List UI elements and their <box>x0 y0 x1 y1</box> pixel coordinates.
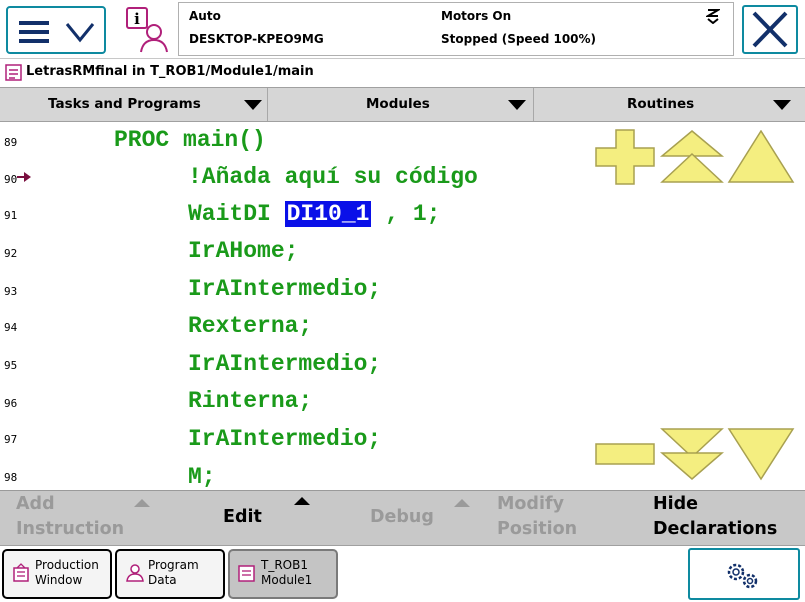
line-number: 91 <box>4 209 18 222</box>
scroll-up-button[interactable] <box>726 130 796 184</box>
svg-text:i: i <box>134 10 140 28</box>
program-data-label-2: Data <box>148 573 177 587</box>
line-number: 96 <box>4 397 18 410</box>
operating-mode: Auto <box>189 9 221 23</box>
code-line[interactable]: Rinterna; <box>188 388 312 414</box>
page-title: LetrasRMfinal in T_ROB1/Module1/main <box>26 64 314 79</box>
chevron-down-icon <box>508 100 526 110</box>
abb-menu-button[interactable] <box>6 6 106 54</box>
program-editor-icon <box>238 565 255 582</box>
program-data-label-1: Program <box>148 558 199 572</box>
quickset-button[interactable] <box>688 548 800 600</box>
close-icon <box>752 11 788 48</box>
menu-icon <box>19 21 49 43</box>
hide-label-2: Declarations <box>653 519 778 539</box>
gears-icon <box>727 563 758 589</box>
program-title-row: LetrasRMfinal in T_ROB1/Module1/main <box>0 60 805 86</box>
line-number: 97 <box>4 433 18 446</box>
program-editor-task[interactable]: T_ROB1 Module1 <box>228 549 338 599</box>
line-number: 93 <box>4 285 18 298</box>
routines-dropdown-label: Routines <box>627 96 695 112</box>
top-status-bar: i Auto DESKTOP-KPEO9MG Motors On Stopped… <box>0 0 805 59</box>
scroll-down-button[interactable] <box>726 427 796 481</box>
code-line[interactable]: IrAIntermedio; <box>188 426 381 452</box>
modules-dropdown-label: Modules <box>366 96 430 112</box>
hide-label-1: Hide <box>653 494 699 514</box>
controller-name: DESKTOP-KPEO9MG <box>189 32 324 46</box>
chevron-down-icon <box>773 100 791 110</box>
tasks-and-programs-dropdown[interactable]: Tasks and Programs <box>0 88 268 121</box>
motors-state: Motors On <box>441 9 512 23</box>
page-down-button[interactable] <box>659 427 725 481</box>
program-data-icon <box>126 564 144 582</box>
code-line[interactable]: IrAIntermedio; <box>188 276 381 302</box>
tasks-dropdown-label: Tasks and Programs <box>48 96 201 112</box>
speed-icon <box>706 9 720 24</box>
zoom-out-button[interactable] <box>594 442 656 468</box>
code-line[interactable]: PROC main() <box>114 127 266 153</box>
close-button[interactable] <box>742 5 798 54</box>
program-editor-label-1: T_ROB1 <box>261 558 308 572</box>
line-number: 98 <box>4 471 18 484</box>
line-number: 94 <box>4 321 18 334</box>
edit-label: Edit <box>223 507 262 527</box>
program-state: Stopped (Speed 100%) <box>441 32 597 46</box>
selector-bar: Tasks and Programs Modules Routines <box>0 87 805 122</box>
program-pointer-icon <box>17 172 31 182</box>
modify-label-2: Position <box>497 519 578 539</box>
code-line[interactable]: WaitDI DI10_1 , 1; <box>188 201 440 227</box>
debug-button[interactable]: Debug <box>320 491 480 545</box>
line-number: 89 <box>4 136 18 149</box>
event-log-icon[interactable]: i <box>121 5 171 55</box>
line-number: 90 <box>4 173 18 186</box>
modules-dropdown[interactable]: Modules <box>268 88 534 121</box>
code-line[interactable]: IrAHome; <box>188 238 298 264</box>
task-bar: Production Window Program Data T_ROB1 Mo… <box>0 545 805 602</box>
chevron-up-icon <box>294 497 310 505</box>
chevron-down-icon <box>244 100 262 110</box>
code-line[interactable]: IrAIntermedio; <box>188 351 381 377</box>
code-editor[interactable]: 89 90 91 92 93 94 95 96 97 98 PROC main(… <box>0 123 805 490</box>
debug-label: Debug <box>370 507 434 527</box>
status-panel[interactable]: Auto DESKTOP-KPEO9MG Motors On Stopped (… <box>178 2 734 56</box>
line-number: 92 <box>4 247 18 260</box>
selected-argument[interactable]: DI10_1 <box>284 201 372 227</box>
line-number: 95 <box>4 359 18 372</box>
chevron-up-icon <box>454 499 470 507</box>
production-window-label-2: Window <box>35 573 83 587</box>
production-window-label-1: Production <box>35 558 99 572</box>
code-line[interactable]: Rexterna; <box>188 313 312 339</box>
chevron-up-icon <box>134 499 150 507</box>
code-line[interactable]: M; <box>188 464 216 490</box>
add-instruction-label-2: Instruction <box>16 519 125 539</box>
zoom-in-button[interactable] <box>594 129 656 185</box>
program-editor-icon <box>5 64 22 81</box>
code-text: , 1; <box>371 201 441 227</box>
add-instruction-label-1: Add <box>16 494 55 514</box>
routines-dropdown[interactable]: Routines <box>534 88 805 121</box>
chevron-down-icon <box>65 23 95 43</box>
edit-button[interactable]: Edit <box>160 491 320 545</box>
action-bar: Add Instruction Edit Debug Modify Positi… <box>0 490 805 545</box>
modify-position-button[interactable]: Modify Position <box>480 491 640 545</box>
code-line[interactable]: !Añada aquí su código <box>188 164 478 190</box>
program-data-task[interactable]: Program Data <box>115 549 225 599</box>
program-editor-label-2: Module1 <box>261 573 313 587</box>
production-window-icon <box>13 563 29 582</box>
modify-label-1: Modify <box>497 494 564 514</box>
code-text: WaitDI <box>188 201 285 227</box>
production-window-task[interactable]: Production Window <box>2 549 112 599</box>
page-up-button[interactable] <box>659 130 725 184</box>
add-instruction-button[interactable]: Add Instruction <box>0 491 160 545</box>
hide-declarations-button[interactable]: Hide Declarations <box>640 491 805 545</box>
